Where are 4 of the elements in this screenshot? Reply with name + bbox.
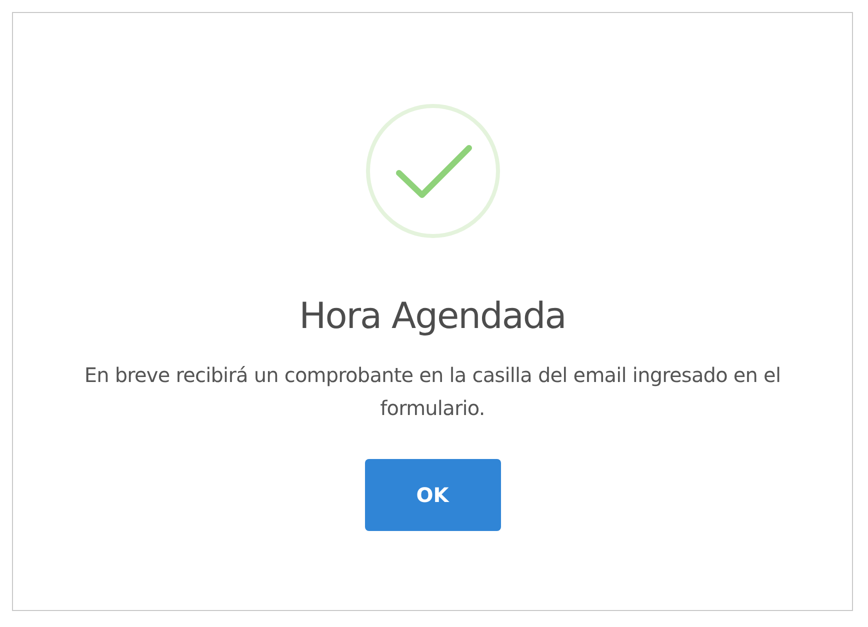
- dialog-message: En breve recibirá un comprobante en la casilla del email ingresado en el formulario.: [83, 362, 782, 422]
- dialog-title: Hora Agendada: [299, 295, 566, 339]
- success-check-icon: [364, 103, 500, 239]
- ok-button[interactable]: OK: [364, 459, 500, 531]
